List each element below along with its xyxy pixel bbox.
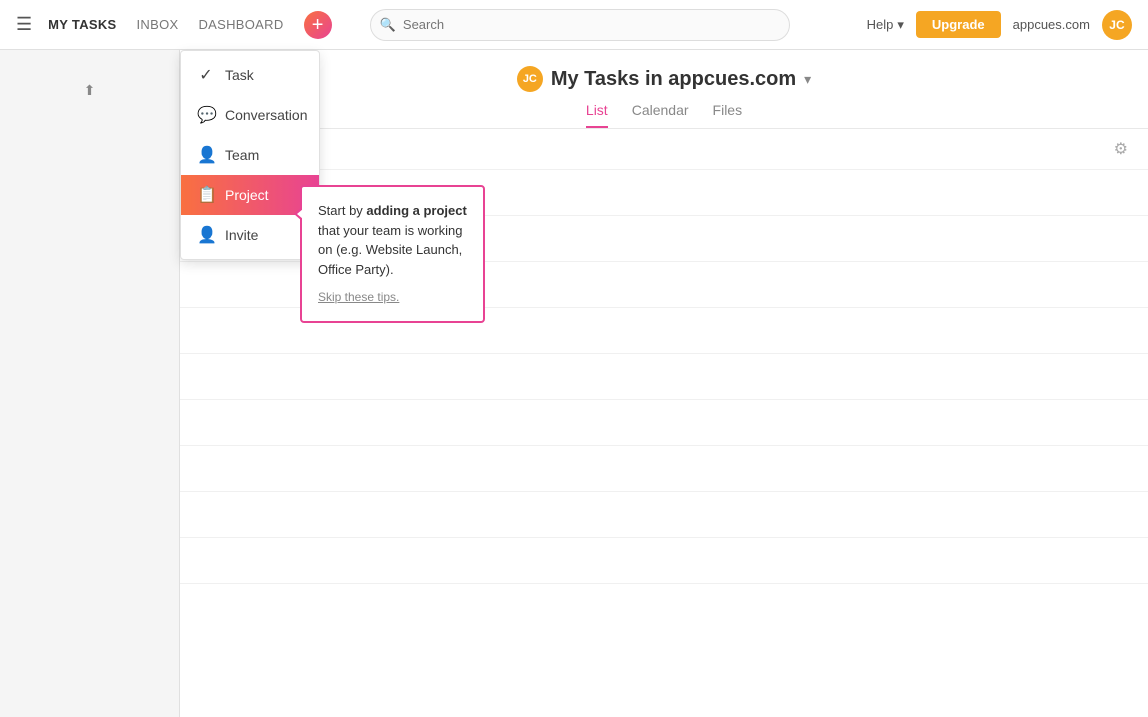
upgrade-button[interactable]: Upgrade: [916, 11, 1001, 38]
tooltip-text: Start by adding a project that your team…: [318, 201, 467, 279]
nav-left: MY TASKS INBOX DASHBOARD +: [48, 11, 331, 39]
tabs-row: List Calendar Files: [586, 102, 742, 128]
settings-icon[interactable]: ⚙: [1114, 139, 1128, 159]
nav-inbox[interactable]: INBOX: [137, 17, 179, 32]
add-button[interactable]: +: [304, 11, 332, 39]
nav-dashboard[interactable]: DASHBOARD: [198, 17, 283, 32]
tab-calendar[interactable]: Calendar: [632, 102, 689, 128]
page-title-row: JC My Tasks in appcues.com ▾: [517, 66, 811, 92]
page-title-chevron-icon[interactable]: ▾: [804, 71, 811, 88]
dropdown-item-task[interactable]: ✓ Task: [181, 55, 319, 95]
nav-my-tasks[interactable]: MY TASKS: [48, 17, 116, 32]
help-button[interactable]: Help ▾: [867, 17, 904, 33]
tooltip-box: Start by adding a project that your team…: [300, 185, 485, 323]
table-row[interactable]: [180, 446, 1148, 492]
tasks-list: ⚙ Start by adding a project that your te…: [180, 129, 1148, 717]
help-label: Help: [867, 17, 894, 32]
nav-right: Help ▾ Upgrade appcues.com JC: [867, 10, 1132, 40]
search-input[interactable]: [370, 9, 790, 41]
conversation-icon: 💬: [197, 105, 215, 125]
dropdown-item-team[interactable]: 👤 Team: [181, 135, 319, 175]
help-chevron-icon: ▾: [897, 17, 904, 33]
project-icon: 📋: [197, 185, 215, 205]
task-icon: ✓: [197, 65, 215, 85]
content-area: JC My Tasks in appcues.com ▾ List Calend…: [180, 50, 1148, 717]
invite-label: Invite: [225, 227, 258, 243]
conversation-label: Conversation: [225, 107, 308, 123]
sidebar-collapse-icon[interactable]: ⬆: [74, 74, 106, 106]
page-title: My Tasks in appcues.com: [551, 68, 796, 91]
page-title-avatar: JC: [517, 66, 543, 92]
top-nav: ☰ MY TASKS INBOX DASHBOARD + 🔍 Help ▾ Up…: [0, 0, 1148, 50]
search-icon: 🔍: [380, 17, 396, 33]
team-icon: 👤: [197, 145, 215, 165]
team-label: Team: [225, 147, 259, 163]
table-row[interactable]: [180, 400, 1148, 446]
hamburger-icon[interactable]: ☰: [16, 14, 32, 35]
domain-text: appcues.com: [1013, 17, 1090, 32]
table-row[interactable]: [180, 492, 1148, 538]
tab-files[interactable]: Files: [713, 102, 743, 128]
avatar[interactable]: JC: [1102, 10, 1132, 40]
skip-tips-link[interactable]: Skip these tips.: [318, 290, 399, 304]
search-bar: 🔍: [370, 9, 790, 41]
dropdown-item-conversation[interactable]: 💬 Conversation: [181, 95, 319, 135]
table-row[interactable]: [180, 354, 1148, 400]
dropdown-menu: ✓ Task 💬 Conversation 👤 Team 📋 Project 👤…: [180, 50, 320, 260]
main-layout: ⬆ ✓ Task 💬 Conversation 👤 Team 📋 Project…: [0, 50, 1148, 717]
task-label: Task: [225, 67, 254, 83]
tooltip-arrow-inner: [297, 209, 303, 219]
dropdown-item-invite[interactable]: 👤 Invite: [181, 215, 319, 255]
page-header: JC My Tasks in appcues.com ▾ List Calend…: [180, 50, 1148, 129]
invite-icon: 👤: [197, 225, 215, 245]
tab-list[interactable]: List: [586, 102, 608, 128]
sidebar: ⬆: [0, 50, 180, 717]
project-label: Project: [225, 187, 269, 203]
tooltip-bold: adding a project: [366, 203, 466, 218]
tasks-list-header: ⚙: [180, 129, 1148, 170]
table-row[interactable]: [180, 538, 1148, 584]
sidebar-section: ⬆: [0, 70, 179, 118]
